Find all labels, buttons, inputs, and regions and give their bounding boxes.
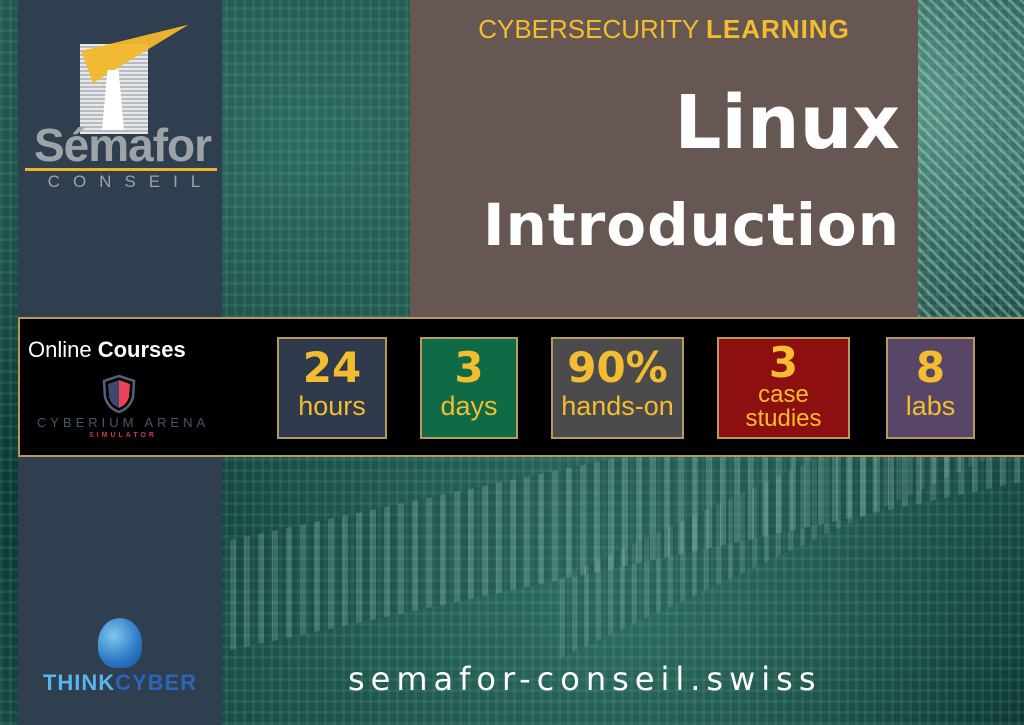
thinkcyber-logo[interactable]: THINKCYBER — [18, 612, 222, 702]
thinkcyber-think: THINK — [42, 670, 116, 695]
stat-label: studies — [745, 405, 822, 432]
stat-label: case — [758, 381, 809, 408]
stat-value: 90% — [567, 343, 668, 392]
course-info-banner: Online Courses CYBERIUM ARENA SIMULATOR … — [18, 317, 1024, 457]
kicker: CYBERSECURITY LEARNING — [410, 14, 918, 45]
course-title-line1: Linux — [674, 80, 900, 166]
title-panel: CYBERSECURITY LEARNING Linux Introductio… — [410, 0, 918, 317]
brand-subtitle: CONSEIL — [47, 172, 214, 191]
stat-label: days — [440, 391, 498, 421]
stat-hands-on: 90% hands-on — [551, 337, 684, 439]
stat-value: 24 — [302, 343, 362, 392]
stat-days: 3 days — [420, 337, 518, 439]
brand-name: Sémafor — [33, 119, 212, 171]
kicker-bold: LEARNING — [706, 14, 850, 44]
stat-value: 8 — [915, 343, 946, 392]
shield-icon — [102, 375, 136, 413]
stat-value: 3 — [768, 338, 799, 387]
online-bold: Courses — [97, 337, 186, 362]
stat-label: labs — [905, 391, 956, 421]
website-link[interactable]: semafor-conseil.swiss — [348, 660, 821, 698]
cyberium-arena-logo[interactable]: CYBERIUM ARENA — [28, 415, 218, 430]
online-courses-label: Online Courses — [28, 337, 186, 363]
stat-value: 3 — [454, 343, 484, 392]
stat-label: hands-on — [561, 391, 674, 421]
semafor-logo[interactable]: Sémafor CONSEIL — [25, 13, 220, 191]
thinkcyber-wordmark: THINKCYBER — [18, 670, 222, 696]
thinkcyber-cyber: CYBER — [115, 670, 198, 695]
fractal-structure — [918, 0, 1024, 318]
kicker-light: CYBERSECURITY — [478, 14, 699, 44]
course-title-line2: Introduction — [483, 191, 900, 259]
stat-hours: 24 hours — [277, 337, 387, 439]
stat-label: hours — [298, 391, 366, 421]
cyber-head-icon — [98, 618, 142, 668]
simulator-label: SIMULATOR — [89, 432, 157, 439]
stat-labs: 8 labs — [886, 337, 975, 439]
online-light: Online — [28, 337, 92, 362]
stat-case-studies: 3 case studies — [717, 337, 850, 439]
